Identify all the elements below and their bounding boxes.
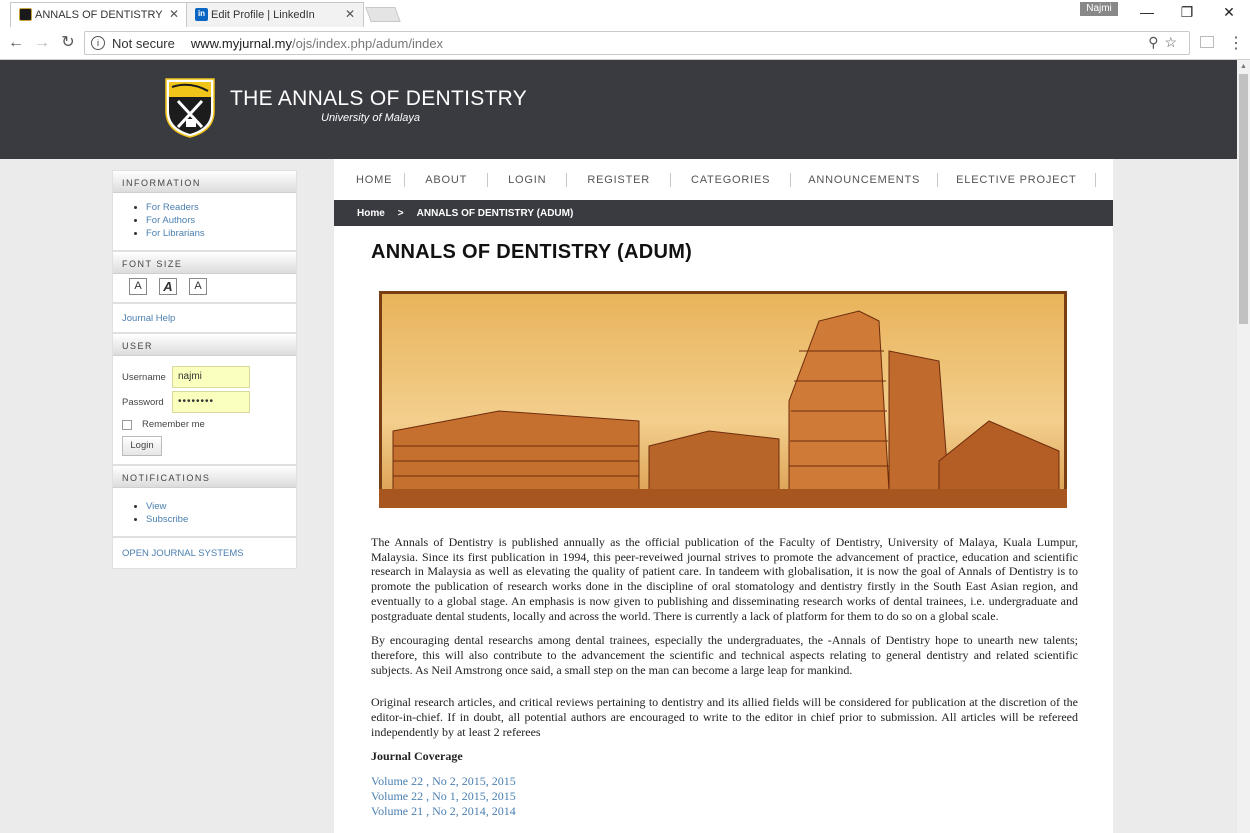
ojs-block: OPEN JOURNAL SYSTEMS (112, 537, 297, 569)
nav-announcements[interactable]: ANNOUNCEMENTS (791, 172, 939, 187)
font-size-block: FONT SIZE A A A (112, 251, 297, 303)
notifications-subscribe-link[interactable]: Subscribe (146, 514, 188, 525)
user-block: USER Username najmi Password •••••••• Re… (112, 333, 297, 465)
information-block: INFORMATION For Readers For Authors For … (112, 170, 297, 251)
back-arrow-icon[interactable]: ← (6, 33, 26, 53)
close-window-icon[interactable]: ✕ (1218, 3, 1240, 21)
password-label: Password (122, 396, 164, 408)
volume-link[interactable]: Volume 21 , No 2, 2014, 2014 (371, 804, 1078, 819)
nav-home[interactable]: HOME (344, 172, 406, 187)
font-small-label: A (134, 280, 142, 292)
volume-link[interactable]: Volume 22 , No 2, 2015, 2015 (371, 774, 1078, 789)
list-item: View (146, 500, 287, 513)
breadcrumb: Home > ANNALS OF DENTISTRY (ADUM) (334, 200, 1113, 226)
remember-me-label: Remember me (142, 419, 205, 430)
login-button[interactable]: Login (122, 436, 162, 456)
font-small-button[interactable]: A (129, 278, 147, 295)
breadcrumb-home[interactable]: Home (357, 208, 385, 219)
browser-tab-linkedin[interactable]: in Edit Profile | LinkedIn ✕ (186, 2, 364, 27)
main-nav: HOME ABOUT LOGIN REGISTER CATEGORIES ANN… (334, 159, 1113, 200)
journal-coverage-heading: Journal Coverage (371, 749, 463, 764)
scrollbar-thumb[interactable] (1239, 74, 1248, 324)
user-heading: USER (113, 334, 296, 356)
page-viewport: THE ANNALS OF DENTISTRY University of Ma… (0, 60, 1237, 833)
link-for-librarians[interactable]: For Librarians (146, 228, 205, 239)
notifications-view-link[interactable]: View (146, 501, 166, 512)
list-item: For Authors (146, 214, 287, 227)
address-bar-row: ← → ↻ i Not secure www.myjurnal.my/ojs/i… (0, 27, 1250, 60)
list-item: For Librarians (146, 227, 287, 240)
link-for-authors[interactable]: For Authors (146, 215, 195, 226)
article-body: The Annals of Dentistry is published ann… (371, 535, 1078, 818)
security-label: Not secure (112, 35, 175, 51)
volume-link[interactable]: Volume 22 , No 1, 2015, 2015 (371, 789, 1078, 804)
list-item: Subscribe (146, 513, 287, 526)
bookmark-star-icon[interactable]: ⚲☆ (1148, 34, 1183, 51)
favicon-crest-icon (19, 8, 32, 21)
username-label: Username (122, 371, 166, 383)
address-bar[interactable]: i Not secure www.myjurnal.my/ojs/index.p… (84, 31, 1190, 55)
journal-help-block: Journal Help (112, 303, 297, 333)
page-title: ANNALS OF DENTISTRY (ADUM) (371, 241, 693, 263)
nav-categories[interactable]: CATEGORIES (671, 172, 792, 187)
remember-me-checkbox[interactable] (122, 419, 132, 430)
nav-about[interactable]: ABOUT (405, 172, 489, 187)
journal-help-link[interactable]: Journal Help (122, 313, 175, 324)
open-journal-systems-link[interactable]: OPEN JOURNAL SYSTEMS (122, 548, 244, 559)
tab-close-icon[interactable]: ✕ (345, 7, 355, 21)
list-item: For Readers (146, 201, 287, 214)
menu-dots-icon[interactable]: ⋮ (1228, 33, 1244, 53)
browser-tab-annals[interactable]: ANNALS OF DENTISTRY ( ✕ (10, 2, 188, 27)
forward-arrow-icon[interactable]: → (32, 33, 52, 53)
linkedin-favicon-icon: in (195, 8, 208, 21)
breadcrumb-current[interactable]: ANNALS OF DENTISTRY (ADUM) (417, 208, 574, 219)
intro-paragraph-2: By encouraging dental researchs among de… (371, 633, 1078, 677)
link-for-readers[interactable]: For Readers (146, 202, 199, 213)
new-tab-button[interactable] (365, 7, 401, 22)
notifications-block: NOTIFICATIONS View Subscribe (112, 465, 297, 537)
nav-register[interactable]: REGISTER (567, 172, 671, 187)
faculty-building-banner-image (379, 291, 1067, 508)
page-scrollbar[interactable]: ▲ (1237, 60, 1250, 833)
site-header: THE ANNALS OF DENTISTRY University of Ma… (0, 60, 1237, 159)
breadcrumb-separator: > (397, 207, 404, 219)
font-size-heading: FONT SIZE (113, 252, 296, 274)
information-heading: INFORMATION (113, 171, 296, 193)
site-subtitle: University of Malaya (321, 112, 421, 124)
password-field[interactable]: •••••••• (172, 391, 250, 413)
extension-icon[interactable] (1200, 36, 1214, 48)
site-title: THE ANNALS OF DENTISTRY (230, 87, 528, 110)
nav-elective-project[interactable]: ELECTIVE PROJECT (938, 172, 1096, 187)
minimize-icon[interactable]: — (1136, 3, 1158, 21)
font-default-label: A (163, 279, 173, 294)
font-large-label: A (194, 280, 202, 292)
intro-paragraph-1: The Annals of Dentistry is published ann… (371, 535, 1078, 623)
font-large-button[interactable]: A (189, 278, 207, 295)
url-path: /ojs/index.php/adum/index (292, 35, 444, 51)
tab-close-icon[interactable]: ✕ (169, 7, 179, 21)
font-default-button[interactable]: A (159, 278, 177, 295)
scroll-up-arrow-icon[interactable]: ▲ (1240, 63, 1247, 70)
notifications-heading: NOTIFICATIONS (113, 466, 296, 488)
profile-badge[interactable]: Najmi (1080, 2, 1118, 16)
tab-title: Edit Profile | LinkedIn (211, 9, 315, 21)
university-crest-icon (165, 78, 215, 138)
restore-icon[interactable]: ❐ (1176, 3, 1198, 21)
info-icon[interactable]: i (91, 36, 105, 50)
reload-icon[interactable]: ↻ (58, 33, 78, 53)
intro-paragraph-3: Original research articles, and critical… (371, 695, 1078, 739)
browser-tabstrip: ANNALS OF DENTISTRY ( ✕ in Edit Profile … (0, 0, 1250, 27)
url-host: www.myjurnal.my (190, 35, 292, 51)
nav-login[interactable]: LOGIN (488, 172, 568, 187)
main-content: HOME ABOUT LOGIN REGISTER CATEGORIES ANN… (334, 159, 1113, 833)
sidebar: INFORMATION For Readers For Authors For … (112, 170, 297, 569)
username-field[interactable]: najmi (172, 366, 250, 388)
tab-title: ANNALS OF DENTISTRY ( (35, 9, 165, 21)
